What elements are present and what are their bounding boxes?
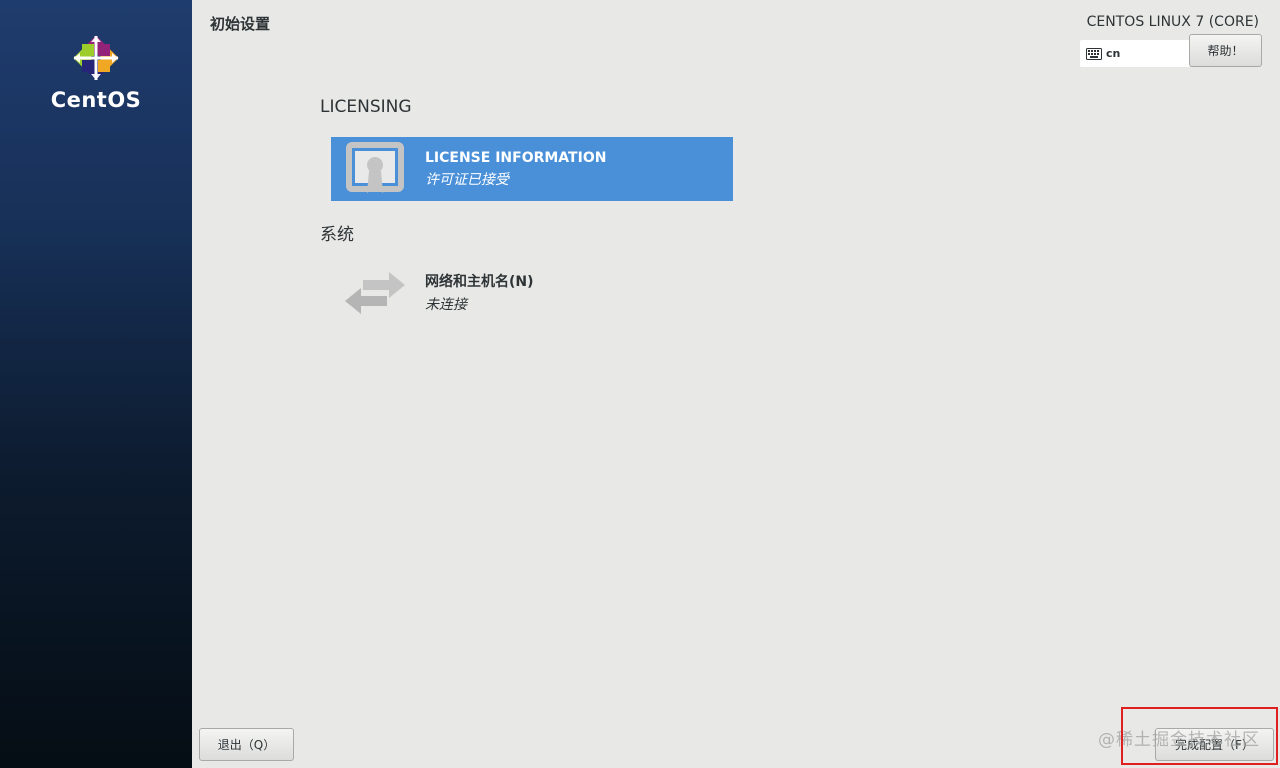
quit-button[interactable]: 退出（Q） (199, 728, 294, 761)
sidebar: CentOS (0, 0, 192, 768)
network-spoke-title: 网络和主机名(N) (425, 273, 534, 290)
licensing-section-title: LICENSING (320, 97, 412, 117)
keyboard-icon (1086, 47, 1102, 60)
keyboard-layout-indicator[interactable]: cn (1080, 40, 1190, 67)
license-information-spoke[interactable]: LICENSE INFORMATION 许可证已接受 (331, 137, 733, 201)
network-hostname-spoke[interactable]: 网络和主机名(N) 未连接 (331, 260, 733, 324)
license-certificate-icon (346, 142, 404, 193)
license-spoke-status: 许可证已接受 (425, 171, 509, 188)
network-spoke-status: 未连接 (425, 296, 467, 313)
license-spoke-title: LICENSE INFORMATION (425, 149, 607, 166)
help-button[interactable]: 帮助！ (1189, 34, 1262, 67)
centos-logo-icon (73, 35, 119, 81)
logo-text: CentOS (50, 88, 142, 112)
system-section-title: 系统 (320, 225, 354, 245)
highlight-annotation-box (1121, 707, 1278, 765)
page-title: 初始设置 (210, 15, 271, 33)
product-name: CENTOS LINUX 7 (CORE) (1086, 14, 1259, 30)
network-arrows-icon (345, 272, 405, 314)
keyboard-layout-label: cn (1106, 47, 1121, 60)
